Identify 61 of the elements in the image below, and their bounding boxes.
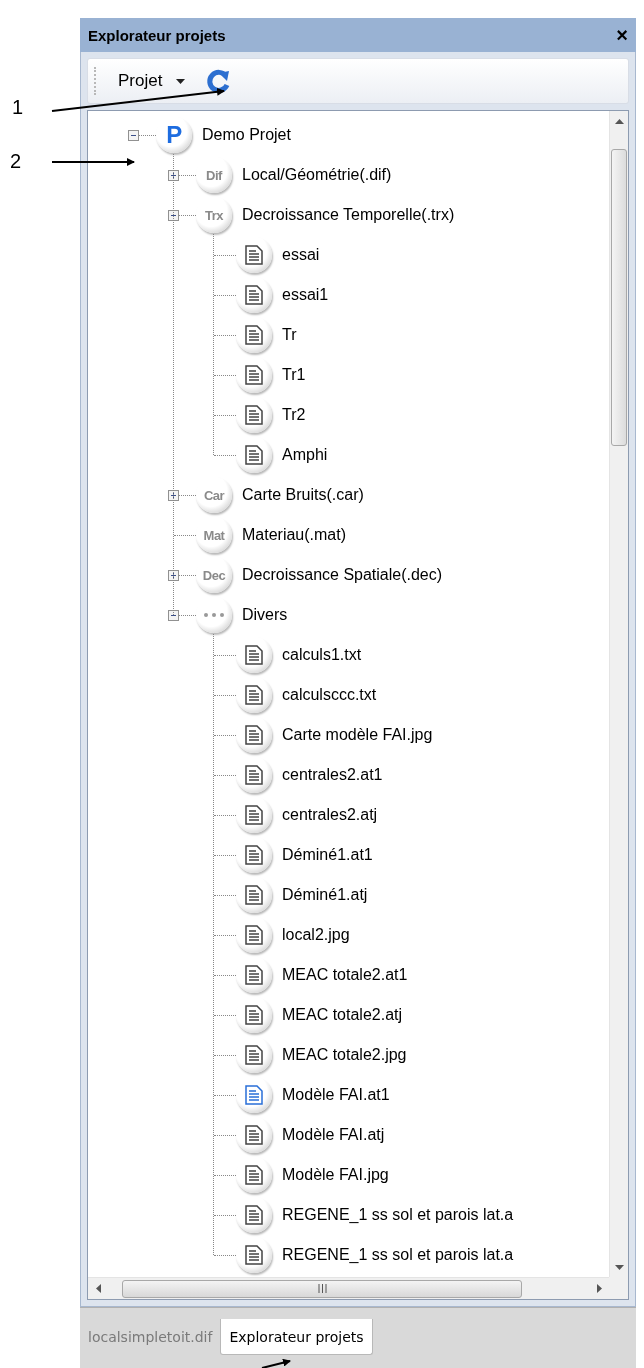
icon-letters: Mat: [203, 527, 225, 543]
tree-item[interactable]: Decroissance Spatiale(.dec): [242, 566, 443, 584]
tree-item[interactable]: Amphi: [282, 446, 328, 464]
callout-number: 1: [12, 96, 24, 119]
scroll-up-icon[interactable]: [614, 118, 624, 124]
icon-letter: P: [166, 121, 182, 149]
tree-item[interactable]: essai: [282, 246, 320, 264]
tree-item[interactable]: MEAC totale2.at1: [282, 966, 408, 984]
dots-icon: [196, 597, 232, 633]
tree-item[interactable]: Decroissance Temporelle(.trx): [242, 206, 455, 224]
refresh-icon[interactable]: [205, 68, 232, 94]
tree-item[interactable]: local2.jpg: [282, 926, 350, 944]
collapse-toggle[interactable]: [168, 209, 179, 221]
expand-toggle[interactable]: [168, 569, 179, 581]
tree-item[interactable]: REGENE_1 ss sol et parois lat.a: [282, 1246, 514, 1264]
tree-item[interactable]: Tr: [282, 326, 297, 344]
tree-item[interactable]: Carte modèle FAI.jpg: [282, 726, 433, 744]
tree-item[interactable]: Modèle FAI.jpg: [282, 1166, 389, 1184]
tree-item[interactable]: Modèle FAI.at1: [282, 1086, 390, 1104]
tree-item[interactable]: MEAC totale2.atj: [282, 1006, 403, 1024]
project-menu-button[interactable]: Projet: [114, 69, 190, 93]
icon-letters: Car: [203, 487, 225, 503]
grip-handle[interactable]: [94, 67, 98, 95]
callout-arrow: [261, 1358, 291, 1368]
scroll-right-icon[interactable]: [596, 1284, 602, 1293]
tree-item[interactable]: Tr1: [282, 366, 306, 384]
icon-letters: Dec: [202, 567, 226, 583]
tree-item[interactable]: Divers: [242, 606, 288, 624]
tree-item[interactable]: Carte Bruits(.car): [242, 486, 364, 504]
scroll-left-icon[interactable]: [95, 1284, 101, 1293]
tree-item[interactable]: MEAC totale2.jpg: [282, 1046, 407, 1064]
grip-icon: [317, 1284, 327, 1293]
tree-item[interactable]: REGENE_1 ss sol et parois lat.a: [282, 1206, 514, 1224]
scrollbar-thumb[interactable]: [611, 149, 627, 446]
panel-title: Explorateur projets: [88, 26, 226, 44]
horizontal-scrollbar[interactable]: [88, 1277, 609, 1299]
tree-item[interactable]: calculs1.txt: [282, 646, 362, 664]
collapse-toggle[interactable]: [168, 609, 179, 621]
scrollbar-thumb[interactable]: [122, 1279, 522, 1298]
close-button[interactable]: ×: [616, 25, 628, 45]
tree-item[interactable]: Tr2: [282, 406, 306, 424]
expand-toggle[interactable]: [168, 169, 179, 181]
vertical-scrollbar[interactable]: [609, 111, 628, 1277]
tree-item[interactable]: Déminé1.atj: [282, 886, 368, 904]
icon-letters: Trx: [205, 207, 223, 223]
tree-item[interactable]: Demo Projet: [202, 126, 291, 144]
collapse-toggle[interactable]: [128, 129, 139, 141]
tree-item[interactable]: Materiau(.mat): [242, 526, 347, 544]
tree-item[interactable]: centrales2.atj: [282, 806, 378, 824]
tree-item[interactable]: Local/Géométrie(.dif): [242, 166, 392, 184]
icon-letters: Dif: [206, 167, 222, 183]
tree-item[interactable]: Déminé1.at1: [282, 846, 373, 864]
tree-item[interactable]: calculsccc.txt: [282, 686, 377, 704]
tree-item[interactable]: centrales2.at1: [282, 766, 383, 784]
tree-item[interactable]: essai1: [282, 286, 329, 304]
callout-number: 2: [10, 150, 22, 173]
tab[interactable]: Explorateur projets: [220, 1319, 373, 1355]
scroll-down-icon[interactable]: [614, 1264, 624, 1270]
caret-icon: [176, 78, 186, 84]
expand-toggle[interactable]: [168, 489, 179, 501]
tree-item[interactable]: Modèle FAI.atj: [282, 1126, 385, 1144]
